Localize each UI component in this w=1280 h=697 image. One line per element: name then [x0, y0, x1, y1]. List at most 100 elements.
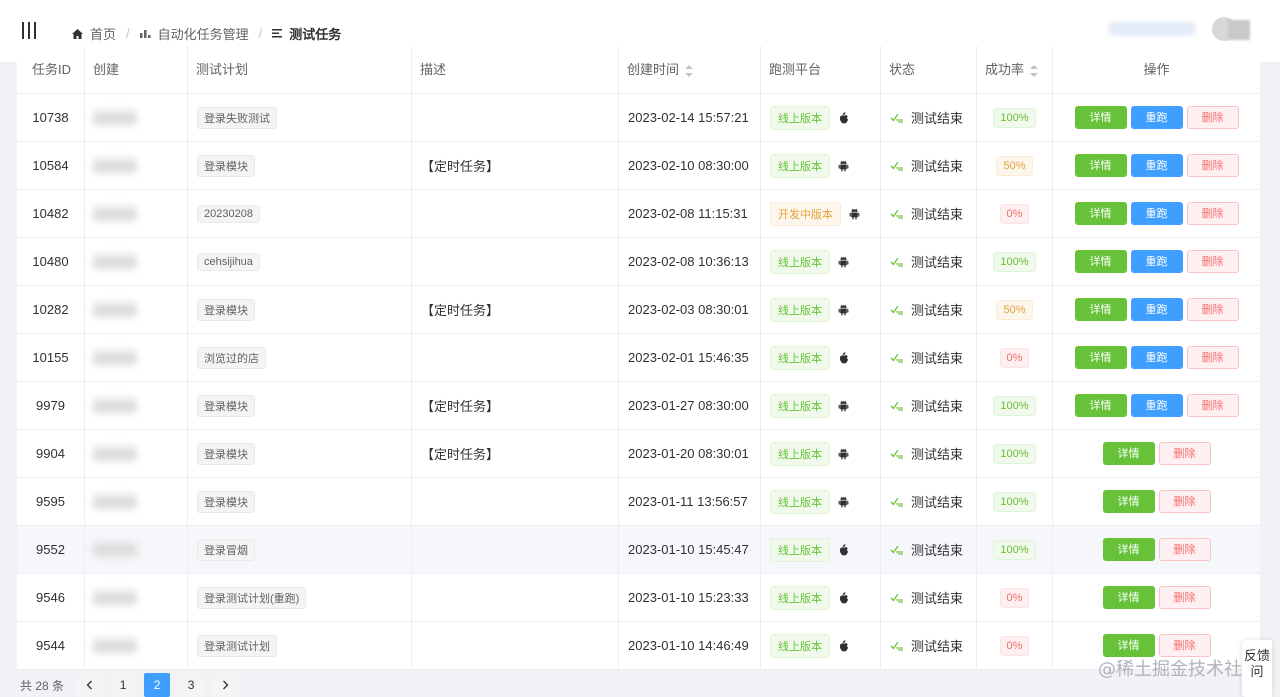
status-done-icon	[890, 304, 904, 315]
avatar-dropdown[interactable]	[1228, 20, 1250, 40]
android-icon	[838, 304, 849, 316]
cell-status: 测试结束	[881, 142, 977, 189]
delete-button[interactable]: 删除	[1186, 394, 1239, 417]
detail-button[interactable]: 详情	[1074, 154, 1127, 177]
cell-ops: 详情 删除	[1053, 574, 1260, 621]
detail-button[interactable]: 详情	[1102, 442, 1155, 465]
delete-button[interactable]: 删除	[1186, 106, 1239, 129]
status-text: 测试结束	[911, 303, 964, 318]
delete-button[interactable]: 删除	[1186, 250, 1239, 273]
rerun-button[interactable]: 重跑	[1130, 154, 1183, 177]
delete-button[interactable]: 删除	[1186, 298, 1239, 321]
success-rate-badge: 100%	[993, 491, 1036, 512]
th-rate[interactable]: 成功率	[977, 46, 1053, 93]
success-rate-badge: 0%	[999, 203, 1030, 224]
detail-button[interactable]: 详情	[1102, 490, 1155, 513]
cell-status: 测试结束	[881, 334, 977, 381]
cell-creator	[85, 430, 188, 477]
detail-button[interactable]: 详情	[1074, 298, 1127, 321]
bar-chart-icon	[139, 29, 151, 38]
cell-plan: 登录测试计划(重跑)	[188, 574, 412, 621]
feedback-button[interactable]: 反馈问	[1242, 640, 1272, 697]
detail-button[interactable]: 详情	[1074, 106, 1127, 129]
cell-plan: 登录模块	[188, 382, 412, 429]
delete-button[interactable]: 删除	[1158, 586, 1211, 609]
cell-plan: 登录模块	[188, 286, 412, 333]
table-row: 10155 浏览过的店 2023-02-01 15:46:35 线上版本 测试结束 0% 详…	[17, 334, 1260, 382]
delete-button[interactable]: 删除	[1186, 202, 1239, 225]
rerun-button[interactable]: 重跑	[1130, 346, 1183, 369]
delete-button[interactable]: 删除	[1158, 490, 1211, 513]
breadcrumb-home[interactable]: 首页	[72, 24, 116, 43]
delete-button[interactable]: 删除	[1186, 154, 1239, 177]
th-desc: 描述	[412, 46, 619, 93]
cell-status: 测试结束	[881, 430, 977, 477]
cell-time: 2023-02-01 15:46:35	[619, 334, 761, 381]
detail-button[interactable]: 详情	[1102, 634, 1155, 657]
rerun-button[interactable]: 重跑	[1130, 106, 1183, 129]
android-icon	[838, 256, 849, 268]
cell-time: 2023-02-03 08:30:01	[619, 286, 761, 333]
table-row: 9546 登录测试计划(重跑) 2023-01-10 15:23:33 线上版本 测试结…	[17, 574, 1260, 622]
apple-icon	[838, 543, 849, 556]
cell-rate: 0%	[977, 622, 1053, 669]
rerun-button[interactable]: 重跑	[1130, 298, 1183, 321]
sort-icon[interactable]	[685, 64, 694, 77]
cell-id: 10155	[17, 334, 85, 381]
cell-platform: 线上版本	[761, 238, 881, 285]
next-page-button[interactable]	[212, 673, 239, 697]
cell-desc	[412, 238, 619, 285]
cell-time: 2023-02-10 08:30:00	[619, 142, 761, 189]
cell-desc: 【定时任务】	[412, 286, 619, 333]
cell-platform: 线上版本	[761, 430, 881, 477]
plan-tag: 登录测试计划(重跑)	[197, 586, 307, 609]
status-text: 测试结束	[911, 591, 964, 606]
table-row: 10584 登录模块 【定时任务】 2023-02-10 08:30:00 线上版本 测试…	[17, 142, 1260, 190]
task-table: 任务ID 创建 测试计划 描述 创建时间 跑测平台 状态 成功率 操作 1073…	[17, 46, 1260, 670]
detail-button[interactable]: 详情	[1102, 586, 1155, 609]
page-1-button[interactable]: 1	[110, 673, 137, 697]
cell-status: 测试结束	[881, 286, 977, 333]
delete-button[interactable]: 删除	[1158, 538, 1211, 561]
table-body: 10738 登录失败测试 2023-02-14 15:57:21 线上版本 测试结束 10…	[17, 94, 1260, 670]
status-text: 测试结束	[911, 351, 964, 366]
th-rate-label: 成功率	[985, 62, 1025, 77]
success-rate-badge: 0%	[999, 635, 1030, 656]
delete-button[interactable]: 删除	[1186, 346, 1239, 369]
success-rate-badge: 0%	[999, 347, 1030, 368]
cell-ops: 详情 重跑 删除	[1053, 238, 1260, 285]
detail-button[interactable]: 详情	[1074, 394, 1127, 417]
rerun-button[interactable]: 重跑	[1130, 202, 1183, 225]
platform-tag: 线上版本	[770, 585, 830, 610]
th-time[interactable]: 创建时间	[619, 46, 761, 93]
cell-plan: 登录模块	[188, 478, 412, 525]
creator-blurred	[93, 638, 137, 653]
creator-blurred	[93, 158, 137, 173]
rerun-button[interactable]: 重跑	[1130, 250, 1183, 273]
table-row: 9552 登录冒烟 2023-01-10 15:45:47 线上版本 测试结束 100% 详…	[17, 526, 1260, 574]
detail-button[interactable]: 详情	[1074, 250, 1127, 273]
cell-id: 9544	[17, 622, 85, 669]
apple-icon	[838, 111, 849, 124]
prev-page-button[interactable]	[76, 673, 103, 697]
detail-button[interactable]: 详情	[1102, 538, 1155, 561]
detail-button[interactable]: 详情	[1074, 202, 1127, 225]
cell-status: 测试结束	[881, 238, 977, 285]
cell-ops: 详情 重跑 删除	[1053, 190, 1260, 237]
cell-platform: 线上版本	[761, 142, 881, 189]
breadcrumb-section[interactable]: 自动化任务管理	[139, 24, 249, 43]
page-2-button[interactable]: 2	[144, 673, 171, 697]
sort-icon[interactable]	[1030, 64, 1039, 77]
delete-button[interactable]: 删除	[1158, 442, 1211, 465]
detail-button[interactable]: 详情	[1074, 346, 1127, 369]
rerun-button[interactable]: 重跑	[1130, 394, 1183, 417]
delete-button[interactable]: 删除	[1158, 634, 1211, 657]
page-3-button[interactable]: 3	[178, 673, 205, 697]
cell-plan: 登录冒烟	[188, 526, 412, 573]
status-text: 测试结束	[911, 495, 964, 510]
menu-toggle-icon[interactable]	[22, 22, 36, 39]
creator-blurred	[93, 590, 137, 605]
th-creator: 创建	[85, 46, 188, 93]
cell-status: 测试结束	[881, 622, 977, 669]
username-blurred	[1108, 22, 1196, 36]
